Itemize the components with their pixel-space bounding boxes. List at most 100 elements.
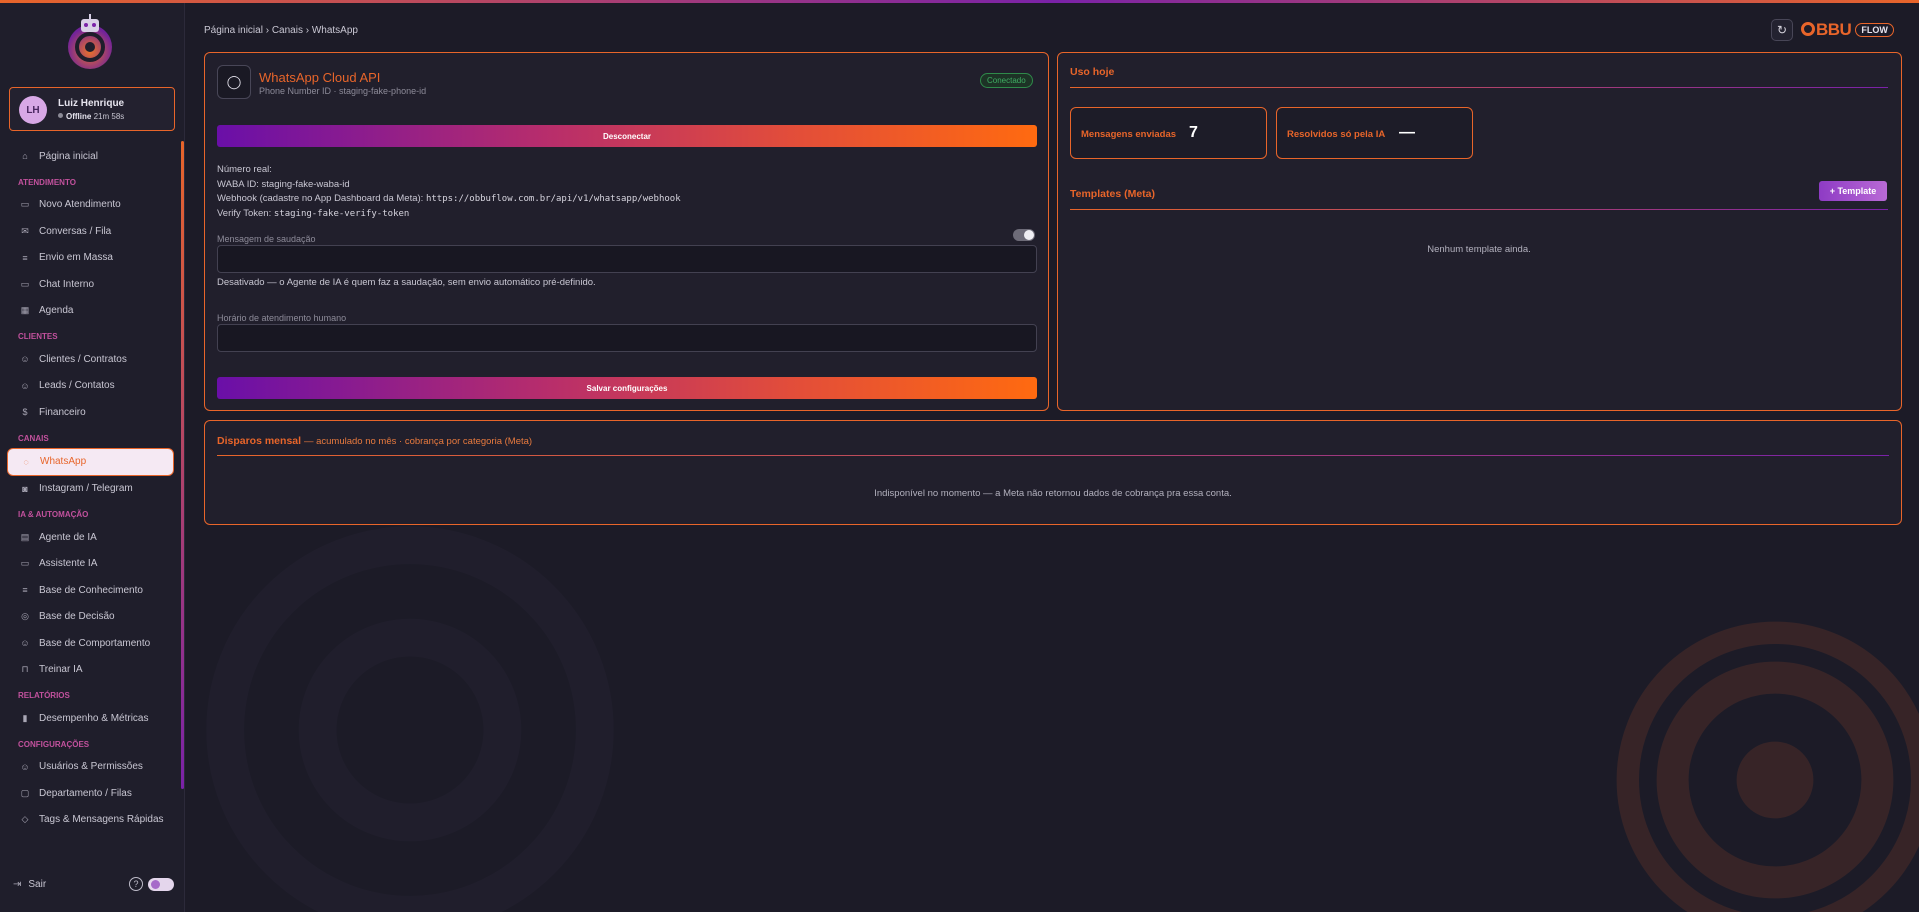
status-badge: Conectado bbox=[980, 73, 1033, 88]
sidebar-item-base-decisao[interactable]: ◎ Base de Decisão bbox=[0, 604, 180, 631]
status-dot-icon bbox=[58, 113, 63, 118]
sidebar-item-label: Treinar IA bbox=[39, 664, 83, 676]
brand-logo: BBU FLOW bbox=[1801, 19, 1894, 41]
nav-section-canais: CANAIS bbox=[18, 433, 49, 443]
sidebar-item-label: Novo Atendimento bbox=[39, 199, 121, 211]
user-card[interactable]: LH Luiz Henrique Offline 21m 58s bbox=[9, 87, 175, 131]
phone-number-id: Phone Number ID · staging-fake-phone-id bbox=[259, 86, 427, 96]
waba-id: WABA ID: staging-fake-waba-id bbox=[217, 178, 350, 190]
webhook-label: Webhook (cadastre no App Dashboard da Me… bbox=[217, 193, 424, 204]
sidebar-item-label: Página inicial bbox=[39, 150, 98, 162]
templates-divider bbox=[1070, 209, 1888, 210]
sidebar-item-label: Usuários & Permissões bbox=[39, 761, 143, 773]
webhook-line: Webhook (cadastre no App Dashboard da Me… bbox=[217, 192, 681, 207]
nav-section-atendimento: ATENDIMENTO bbox=[18, 177, 76, 187]
sidebar-item-label: Departamento / Filas bbox=[39, 787, 132, 799]
sidebar-item-novo-atendimento[interactable]: ▭ Novo Atendimento bbox=[0, 192, 180, 219]
hours-input[interactable] bbox=[217, 324, 1037, 352]
lock-icon: ⊓ bbox=[21, 664, 29, 675]
sidebar-item-envio-massa[interactable]: ≡ Envio em Massa bbox=[0, 245, 180, 272]
sidebar-item-label: Base de Conhecimento bbox=[39, 584, 143, 596]
stat-messages-sent: Mensagens enviadas 7 bbox=[1070, 107, 1267, 159]
list-icon: ≡ bbox=[22, 585, 28, 596]
user-status: Offline 21m 58s bbox=[58, 112, 124, 121]
usage-divider bbox=[1070, 87, 1888, 88]
avatar: LH bbox=[19, 96, 47, 124]
logout-label: Sair bbox=[28, 879, 47, 890]
sidebar-scrollbar[interactable] bbox=[181, 141, 184, 789]
chart-icon: ▮ bbox=[22, 712, 28, 723]
greeting-input[interactable] bbox=[217, 245, 1037, 273]
verify-token-line: Verify Token: staging-fake-verify-token bbox=[217, 207, 681, 222]
stat-value: 7 bbox=[1189, 124, 1198, 141]
sidebar-item-desempenho[interactable]: ▮ Desempenho & Métricas bbox=[0, 705, 180, 732]
sidebar-item-label: WhatsApp bbox=[40, 456, 87, 467]
templates-title: Templates (Meta) bbox=[1070, 188, 1155, 200]
sidebar-item-tags[interactable]: ◇ Tags & Mensagens Rápidas bbox=[0, 807, 180, 834]
sidebar-item-instagram[interactable]: ◙ Instagram / Telegram bbox=[0, 476, 180, 503]
sidebar-item-label: Base de Comportamento bbox=[39, 637, 151, 649]
stat-resolved-ai: Resolvidos só pela IA — bbox=[1276, 107, 1473, 159]
connection-info: Número real: WABA ID: staging-fake-waba-… bbox=[217, 163, 681, 221]
sidebar-item-departamento[interactable]: ▢ Departamento / Filas bbox=[0, 780, 180, 807]
user-icon: ☺ bbox=[20, 354, 30, 365]
disparos-divider bbox=[217, 455, 1889, 456]
calendar-icon: ▦ bbox=[20, 305, 30, 316]
sidebar-item-financeiro[interactable]: $ Financeiro bbox=[0, 399, 180, 426]
status-text: Offline bbox=[66, 112, 92, 121]
refresh-icon: ↻ bbox=[1776, 23, 1788, 37]
brand-badge: FLOW bbox=[1855, 23, 1894, 37]
robot-logo-icon bbox=[62, 11, 118, 73]
sidebar-item-clientes[interactable]: ☺ Clientes / Contratos bbox=[0, 346, 180, 373]
help-icon[interactable]: ? bbox=[129, 877, 143, 891]
logout-button[interactable]: ⇥ Sair bbox=[13, 879, 46, 890]
sidebar-item-label: Base de Decisão bbox=[39, 611, 115, 623]
stat-value: — bbox=[1399, 124, 1415, 141]
real-number-label: Número real: bbox=[217, 164, 272, 175]
sidebar-item-treinar-ia[interactable]: ⊓ Treinar IA bbox=[0, 657, 180, 684]
sidebar-item-agenda[interactable]: ▦ Agenda bbox=[0, 298, 180, 325]
sidebar-item-label: Agente de IA bbox=[39, 531, 97, 543]
card-title: WhatsApp Cloud API bbox=[259, 70, 381, 85]
greeting-label: Mensagem de saudação bbox=[217, 234, 316, 244]
disparos-subtitle: — acumulado no mês · cobrança por catego… bbox=[303, 436, 533, 447]
sidebar-item-label: Clientes / Contratos bbox=[39, 353, 127, 365]
sidebar-item-assistente-ia[interactable]: ▭ Assistente IA bbox=[0, 551, 180, 578]
list-icon: ≡ bbox=[22, 252, 28, 263]
sidebar-item-base-comportamento[interactable]: ☺ Base de Comportamento bbox=[0, 630, 180, 657]
briefcase-icon: ▢ bbox=[20, 787, 30, 798]
home-icon: ⌂ bbox=[22, 151, 28, 162]
save-settings-button[interactable]: Salvar configurações bbox=[217, 377, 1037, 399]
nav-section-relatorios: RELATÓRIOS bbox=[18, 691, 70, 700]
mail-icon: ✉ bbox=[21, 225, 29, 236]
add-template-button[interactable]: + Template bbox=[1819, 181, 1887, 201]
sidebar-item-chat-interno[interactable]: ▭ Chat Interno bbox=[0, 271, 180, 298]
sidebar-item-base-conhecimento[interactable]: ≡ Base de Conhecimento bbox=[0, 577, 180, 604]
instagram-icon: ◙ bbox=[22, 483, 28, 494]
whatsapp-icon: ◌ bbox=[23, 456, 29, 467]
breadcrumb: Página inicial › Canais › WhatsApp bbox=[204, 25, 358, 36]
sidebar-item-leads[interactable]: ☺ Leads / Contatos bbox=[0, 373, 180, 400]
sidebar-item-whatsapp[interactable]: ◌ WhatsApp bbox=[7, 447, 174, 476]
user-icon: ☺ bbox=[20, 638, 30, 649]
sidebar-nav: ⌂ Página inicial ATENDIMENTO ▭ Novo Atendi… bbox=[0, 143, 180, 833]
hours-label: Horário de atendimento humano bbox=[217, 313, 347, 323]
sidebar-item-conversas[interactable]: ✉ Conversas / Fila bbox=[0, 218, 180, 245]
theme-toggle[interactable] bbox=[148, 878, 174, 891]
user-add-icon: ☺ bbox=[20, 380, 30, 391]
users-icon: ☺ bbox=[20, 761, 30, 772]
refresh-button[interactable]: ↻ bbox=[1771, 19, 1793, 41]
sidebar-item-agente-ia[interactable]: ▤ Agente de IA bbox=[0, 524, 180, 551]
stat-label: Resolvidos só pela IA bbox=[1287, 129, 1386, 140]
background-logo-watermark bbox=[206, 526, 614, 912]
sidebar: LH Luiz Henrique Offline 21m 58s ⌂ Página… bbox=[0, 3, 185, 912]
nav-section-clientes: CLIENTES bbox=[18, 332, 58, 341]
chat-icon: ▭ bbox=[20, 278, 30, 289]
greeting-toggle[interactable] bbox=[1013, 229, 1035, 241]
sidebar-item-label: Financeiro bbox=[39, 406, 86, 418]
sidebar-item-label: Conversas / Fila bbox=[39, 225, 112, 237]
disconnect-button[interactable]: Desconectar bbox=[217, 125, 1037, 147]
brand-name: BBU bbox=[1801, 20, 1852, 40]
sidebar-item-home[interactable]: ⌂ Página inicial bbox=[0, 143, 180, 170]
sidebar-item-usuarios[interactable]: ☺ Usuários & Permissões bbox=[0, 754, 180, 781]
